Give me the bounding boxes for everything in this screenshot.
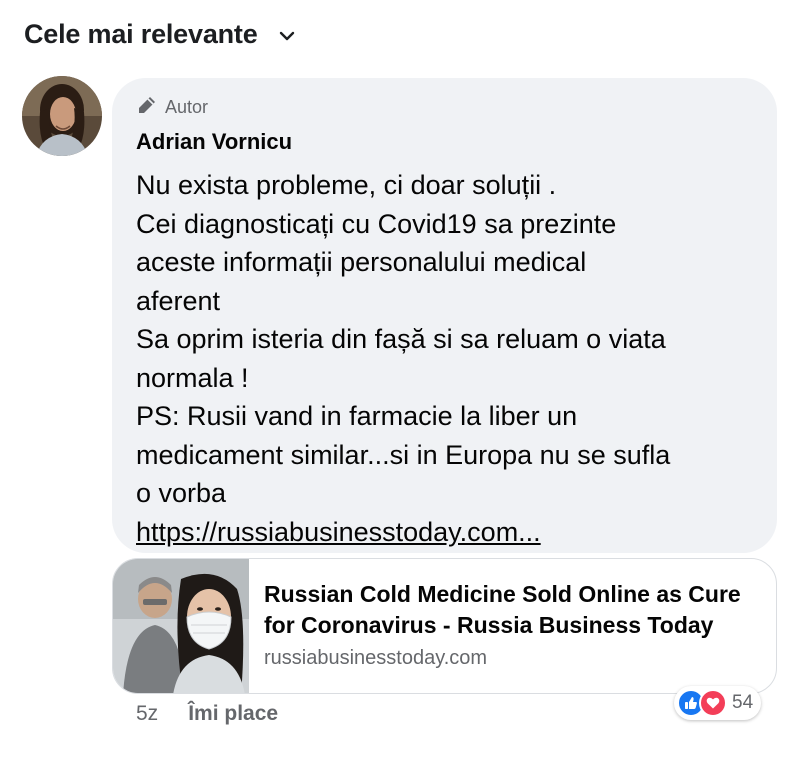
comment-line: Cei diagnosticați cu Covid19 sa prezinte (136, 208, 617, 239)
link-preview-domain: russiabusinesstoday.com (264, 647, 488, 669)
comment-line: o vorba (136, 478, 227, 508)
avatar[interactable] (22, 76, 102, 156)
reactions-summary[interactable]: 54 (674, 686, 762, 720)
comment-line: medicament similar...si in Europa nu se … (136, 439, 671, 470)
link-preview-info: Russian Cold Medicine Sold Online as Cur… (264, 579, 762, 670)
comment-link[interactable]: https://russiabusinesstoday.com... (136, 517, 541, 547)
reactions-count: 54 (732, 692, 754, 713)
comment-bubble: Autor Adrian Vornicu Nu exista probleme,… (112, 78, 777, 553)
author-badge-label: Autor (165, 96, 209, 117)
chevron-down-icon (278, 27, 296, 45)
link-preview-title-text: Russian Cold Medicine Sold Online as Cur… (264, 581, 741, 638)
comment-line: aceste informații personalului medical (136, 247, 587, 277)
comment-line: aferent (136, 285, 221, 316)
like-button[interactable]: Îmi place (188, 702, 278, 726)
comment-actions: 5z Îmi place (136, 698, 278, 730)
comment-line: Sa oprim isteria din fașă si sa reluam o… (136, 324, 666, 354)
comment-line: normala ! (136, 362, 249, 393)
pencil-icon (136, 94, 165, 121)
author-name[interactable]: Adrian Vornicu (136, 128, 292, 156)
sort-label: Cele mai relevante (24, 18, 258, 49)
love-icon (699, 689, 727, 717)
link-preview-thumbnail (113, 559, 249, 693)
comment-line: Nu exista probleme, ci doar soluții . (136, 170, 557, 200)
comment-line: PS: Rusii vand in farmacie la liber un (136, 401, 578, 431)
comment-timestamp[interactable]: 5z (136, 702, 158, 726)
comment-text: Nu exista probleme, ci doar soluții . Ce… (136, 166, 756, 551)
link-preview-title: Russian Cold Medicine Sold Online as Cur… (264, 579, 762, 641)
author-badge: Autor (136, 94, 753, 120)
sort-dropdown[interactable]: Cele mai relevante (24, 14, 296, 54)
link-preview-card[interactable]: Russian Cold Medicine Sold Online as Cur… (112, 558, 777, 694)
